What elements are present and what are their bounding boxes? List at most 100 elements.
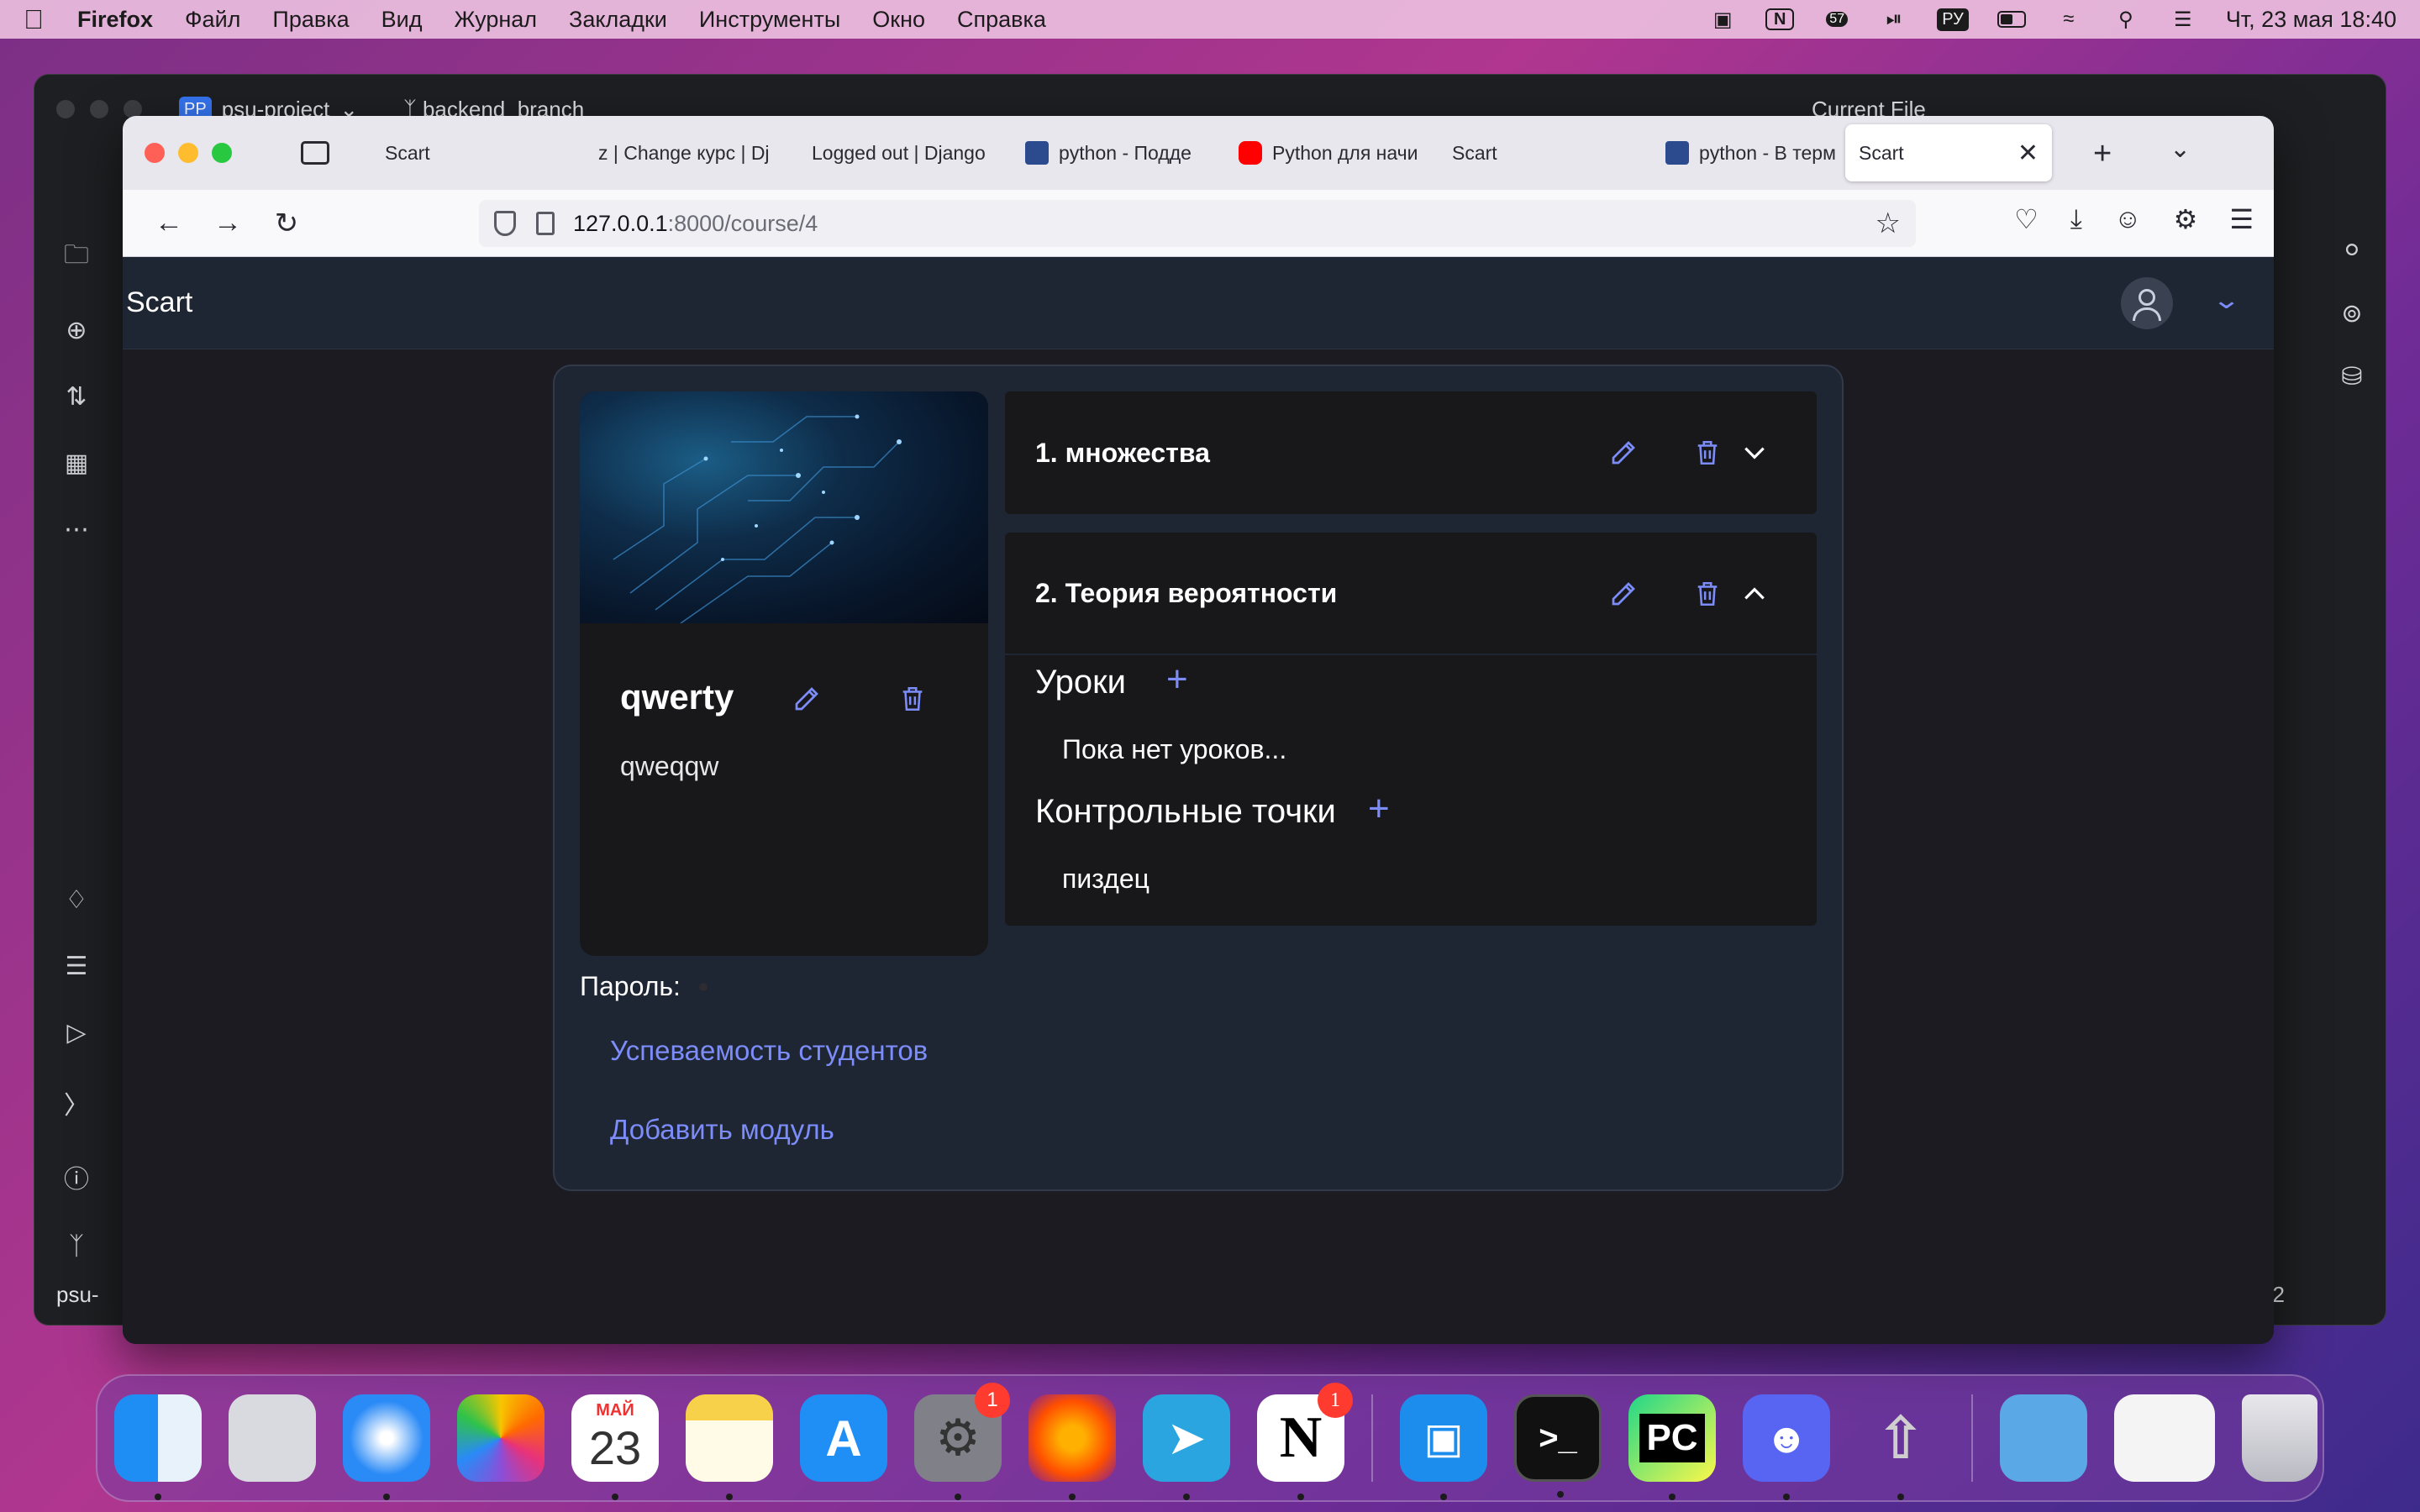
discord-icon[interactable]: ☻	[1743, 1394, 1830, 1500]
menubar-item-window[interactable]: Окно	[872, 7, 925, 33]
edit-course-pencil-icon[interactable]	[790, 682, 823, 716]
add-lesson-plus-icon[interactable]: +	[1166, 659, 1188, 701]
menubar-item-file[interactable]: Файл	[185, 7, 240, 33]
url-bar[interactable]: 127.0.0.1:8000/course/4 ☆	[479, 200, 1916, 247]
chevron-up-icon[interactable]	[1738, 577, 1771, 611]
app-store-icon[interactable]: A	[800, 1394, 887, 1482]
menubar-item-view[interactable]: Вид	[381, 7, 423, 33]
notion-status-icon[interactable]: N	[1765, 8, 1795, 30]
module-header[interactable]: 1. множества	[1005, 391, 1817, 514]
ai-assistant-icon[interactable]: ⊚	[2341, 299, 2362, 328]
add-checkpoint-plus-icon[interactable]: +	[1368, 788, 1390, 830]
services-icon[interactable]: ▷	[66, 1018, 86, 1047]
menubar-datetime[interactable]: Чт, 23 мая 18:40	[2226, 7, 2396, 33]
minimize-window-button[interactable]	[178, 143, 198, 163]
delete-module-trash-icon[interactable]	[1691, 436, 1724, 470]
menubar-item-bookmarks[interactable]: Закладки	[569, 7, 667, 33]
edit-module-pencil-icon[interactable]	[1607, 436, 1640, 470]
telegram-icon[interactable]: ➤	[1143, 1394, 1230, 1500]
launchpad-icon[interactable]	[229, 1394, 316, 1482]
tab-youtube[interactable]: Python для начи	[1225, 124, 1439, 181]
tab-scart-1[interactable]: Scart	[371, 124, 585, 181]
page-info-icon[interactable]	[536, 212, 555, 235]
tab-stackoverflow-1[interactable]: python - Подде	[1012, 124, 1225, 181]
reload-icon[interactable]: ↻	[257, 207, 316, 240]
python-console-icon[interactable]: ♢	[66, 885, 88, 915]
battery-icon[interactable]	[1996, 8, 2026, 30]
rocket-app-icon[interactable]: ⇧	[1857, 1394, 1944, 1500]
layers-icon[interactable]: ☰	[66, 952, 88, 981]
bookmark-star-icon[interactable]: ☆	[1876, 207, 1901, 240]
system-settings-icon[interactable]: ⚙ 1	[914, 1383, 1010, 1500]
back-arrow-icon[interactable]: ←	[139, 207, 198, 239]
notifications-status-icon[interactable]: 57	[1823, 8, 1851, 30]
safari-icon[interactable]	[343, 1394, 430, 1500]
new-tab-button[interactable]: +	[2093, 136, 2112, 172]
menubar-item-history[interactable]: Журнал	[455, 7, 538, 33]
firefox-view-icon[interactable]	[301, 141, 329, 165]
zoom-window-button[interactable]	[212, 143, 232, 163]
tab-stackoverflow-2[interactable]: python - В терм	[1652, 124, 1845, 181]
edit-module-pencil-icon[interactable]	[1607, 577, 1640, 611]
trash-icon[interactable]	[2242, 1394, 2317, 1482]
extensions-icon[interactable]: ⚙	[2174, 203, 2198, 235]
delete-course-trash-icon[interactable]	[896, 682, 929, 716]
tracking-protection-shield-icon[interactable]	[494, 211, 516, 236]
add-module-link[interactable]: Добавить модуль	[610, 1114, 834, 1146]
notion-icon[interactable]: N1	[1257, 1383, 1353, 1500]
tab-logged-out[interactable]: Logged out | Django	[798, 124, 1012, 181]
docker-icon[interactable]: ▣	[1400, 1394, 1487, 1500]
git-icon[interactable]: ᛉ	[69, 1232, 84, 1261]
hamburger-menu-icon[interactable]: ☰	[2229, 203, 2254, 235]
more-icon[interactable]: ⋯	[64, 515, 89, 544]
chevron-down-icon[interactable]	[1738, 436, 1771, 470]
tab-scart-2[interactable]: Scart	[1439, 124, 1652, 181]
module-item[interactable]: 1. множества	[1005, 391, 1817, 514]
forward-arrow-icon[interactable]: →	[198, 207, 257, 239]
student-progress-link[interactable]: Успеваемость студентов	[610, 1035, 928, 1067]
spotlight-search-icon[interactable]: ⚲	[2112, 8, 2140, 31]
account-icon[interactable]: ☺	[2114, 203, 2142, 235]
user-avatar[interactable]	[2121, 277, 2173, 329]
wifi-icon[interactable]: ≈	[2054, 8, 2083, 30]
chevron-down-icon[interactable]: ⌄	[2212, 286, 2241, 315]
menubar-item-help[interactable]: Справка	[957, 7, 1046, 33]
firefox-dock-icon[interactable]	[1028, 1394, 1116, 1500]
photos-icon[interactable]	[457, 1394, 544, 1482]
list-all-tabs-icon[interactable]: ⌄	[2170, 134, 2191, 164]
play-status-icon[interactable]: ⏯	[1880, 8, 1908, 30]
database-icon[interactable]: ⛁	[2341, 362, 2362, 391]
folder-stack-icon[interactable]	[2000, 1394, 2087, 1482]
notes-icon[interactable]	[686, 1394, 773, 1500]
folder-icon[interactable]: 🗀	[64, 236, 89, 279]
downloads-icon[interactable]: ⤓	[2070, 203, 2082, 235]
structure-icon[interactable]: ▦	[65, 449, 88, 478]
close-tab-icon[interactable]: ✕	[2018, 139, 2039, 168]
docker-status-icon[interactable]: ▣	[1708, 8, 1737, 31]
tab-scart-active[interactable]: Scart ✕	[1845, 124, 2052, 181]
close-window-button[interactable]	[145, 143, 165, 163]
problems-icon[interactable]: ⓘ	[64, 1158, 89, 1195]
menubar-item-edit[interactable]: Правка	[272, 7, 349, 33]
notifications-bell-icon[interactable]: ⚪	[2341, 236, 2362, 265]
pull-request-icon[interactable]: ⇅	[66, 382, 87, 412]
input-language-indicator[interactable]: РУ	[1937, 8, 1969, 31]
terminal-icon[interactable]: 〉	[64, 1084, 89, 1121]
module-header[interactable]: 2. Теория вероятности	[1005, 533, 1817, 655]
delete-module-trash-icon[interactable]	[1691, 577, 1724, 611]
recent-document-thumbnail-icon[interactable]	[2114, 1394, 2215, 1482]
pocket-icon[interactable]: ♡	[2014, 203, 2039, 235]
calendar-icon[interactable]: МАЙ 23	[571, 1394, 659, 1500]
apple-menu-icon[interactable]: 	[24, 4, 44, 35]
menubar-app-name[interactable]: Firefox	[77, 7, 153, 33]
commit-icon[interactable]: ⊕	[66, 316, 87, 345]
tab-django-admin[interactable]: z | Change курс | Dj	[585, 124, 798, 181]
pycharm-icon[interactable]: PC	[1628, 1394, 1716, 1500]
checkpoint-item[interactable]: пиздец	[1062, 864, 1150, 895]
control-center-icon[interactable]: ☰	[2169, 8, 2197, 31]
terminal-dock-icon[interactable]: >_	[1514, 1394, 1602, 1498]
module-item-expanded[interactable]: 2. Теория вероятности Уроки + Пока нет у…	[1005, 533, 1817, 926]
finder-icon[interactable]	[114, 1394, 202, 1500]
site-brand[interactable]: Scart	[126, 286, 192, 319]
menubar-item-tools[interactable]: Инструменты	[699, 7, 840, 33]
